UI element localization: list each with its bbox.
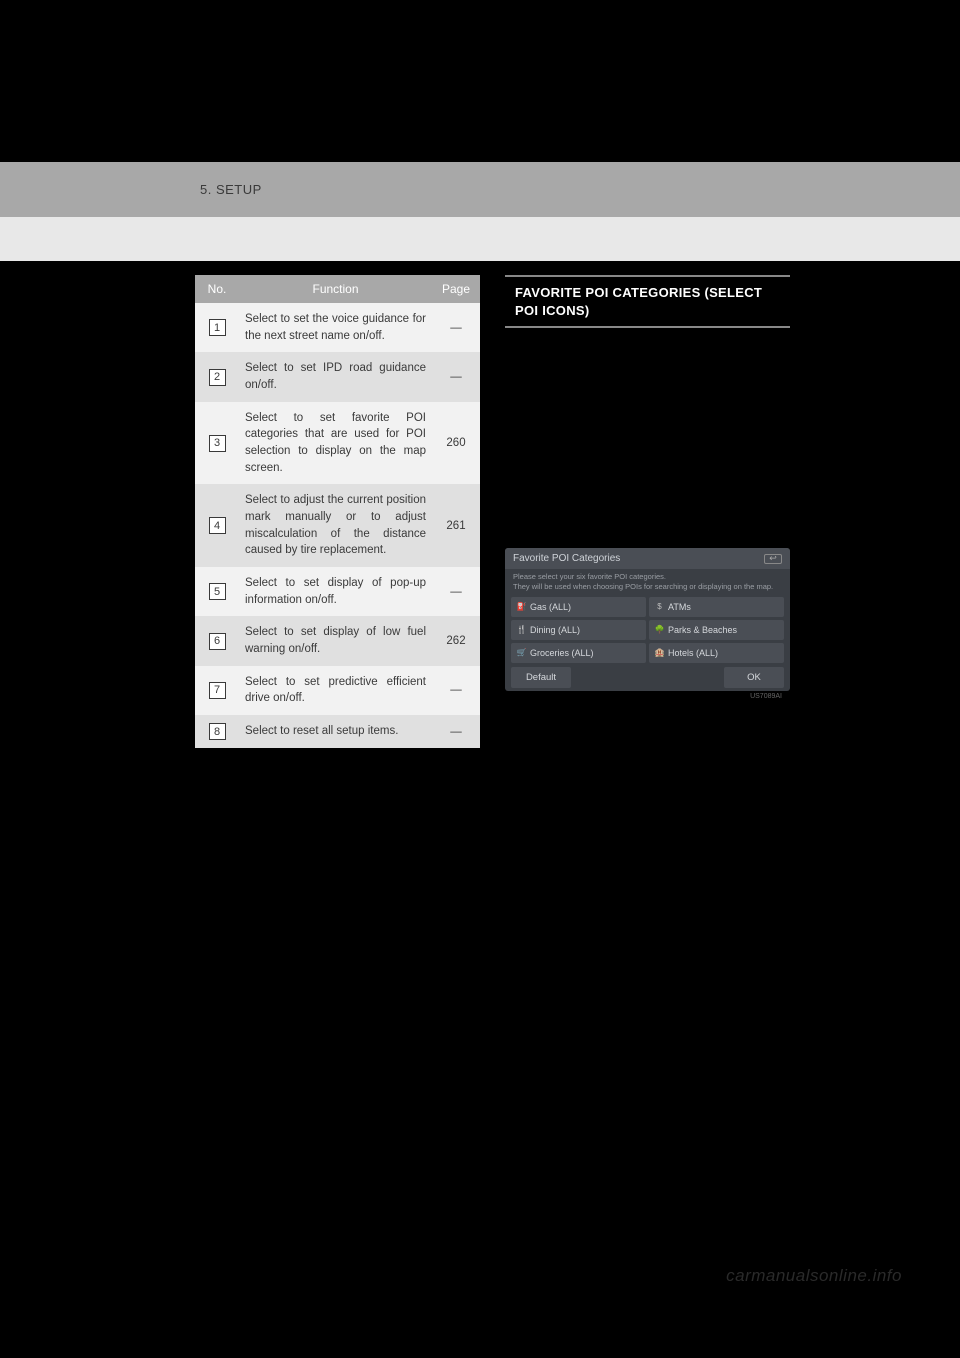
groceries-icon: 🛒 (517, 648, 526, 657)
th-function: Function (239, 282, 432, 296)
ok-button[interactable]: OK (724, 667, 784, 688)
atm-icon: $ (655, 602, 664, 611)
gas-icon: ⛽ (517, 602, 526, 611)
row-pg-cell: 262 (432, 635, 480, 647)
num-box: 1 (209, 319, 226, 336)
num-box: 7 (209, 682, 226, 699)
row-pg-cell: — (432, 726, 480, 738)
table-header: No. Function Page (195, 275, 480, 303)
header-bar: 5. SETUP (0, 162, 960, 217)
row-fn-cell: Select to set display of pop-up informat… (239, 575, 432, 608)
table-row: 7 Select to set predictive efficient dri… (195, 666, 480, 715)
num-box: 8 (209, 723, 226, 740)
poi-category-button[interactable]: 🍴 Dining (ALL) (511, 620, 646, 640)
watermark: carmanualsonline.info (726, 1266, 902, 1286)
row-num-cell: 3 (195, 435, 239, 452)
page-content: No. Function Page 1 Select to set the vo… (0, 275, 960, 748)
th-no: No. (195, 282, 239, 296)
row-num-cell: 7 (195, 682, 239, 699)
num-box: 2 (209, 369, 226, 386)
row-pg-cell: 261 (432, 520, 480, 532)
num-box: 4 (209, 517, 226, 534)
poi-category-button[interactable]: 🌳 Parks & Beaches (649, 620, 784, 640)
th-page: Page (432, 282, 480, 296)
nav-description: Please select your six favorite POI cate… (505, 569, 790, 597)
poi-label: Parks & Beaches (668, 625, 737, 635)
right-column: FAVORITE POI CATEGORIES (SELECT POI ICON… (505, 275, 790, 748)
row-num-cell: 5 (195, 583, 239, 600)
poi-label: Gas (ALL) (530, 602, 571, 612)
num-box: 5 (209, 583, 226, 600)
nav-category-grid: ⛽ Gas (ALL) $ ATMs 🍴 Dining (ALL) 🌳 Park… (505, 597, 790, 663)
poi-category-button[interactable]: 🏨 Hotels (ALL) (649, 643, 784, 663)
dining-icon: 🍴 (517, 625, 526, 634)
parks-icon: 🌳 (655, 625, 664, 634)
row-num-cell: 4 (195, 517, 239, 534)
table-row: 2 Select to set IPD road guidance on/off… (195, 352, 480, 401)
row-num-cell: 1 (195, 319, 239, 336)
row-fn-cell: Select to set predictive efficient drive… (239, 674, 432, 707)
hotels-icon: 🏨 (655, 648, 664, 657)
row-pg-cell: — (432, 586, 480, 598)
poi-label: Dining (ALL) (530, 625, 580, 635)
table-row: 6 Select to set display of low fuel warn… (195, 616, 480, 665)
row-fn-cell: Select to reset all setup items. (239, 723, 432, 740)
table-row: 3 Select to set favorite POI categories … (195, 402, 480, 485)
image-code: US7089AI (505, 691, 790, 700)
num-box: 6 (209, 633, 226, 650)
header-section: 5. SETUP (200, 182, 262, 197)
poi-category-button[interactable]: ⛽ Gas (ALL) (511, 597, 646, 617)
table-row: 1 Select to set the voice guidance for t… (195, 303, 480, 352)
row-fn-cell: Select to set favorite POI categories th… (239, 410, 432, 477)
nav-title-row: Favorite POI Categories ↩ (505, 548, 790, 569)
row-fn-cell: Select to set IPD road guidance on/off. (239, 360, 432, 393)
nav-title: Favorite POI Categories (513, 553, 620, 564)
poi-category-button[interactable]: $ ATMs (649, 597, 784, 617)
row-pg-cell: 260 (432, 437, 480, 449)
poi-label: Hotels (ALL) (668, 648, 718, 658)
nav-desc-line: They will be used when choosing POIs for… (513, 582, 782, 592)
default-button[interactable]: Default (511, 667, 571, 688)
poi-label: Groceries (ALL) (530, 648, 594, 658)
row-fn-cell: Select to set the voice guidance for the… (239, 311, 432, 344)
table-row: 4 Select to adjust the current position … (195, 484, 480, 567)
function-table: No. Function Page 1 Select to set the vo… (195, 275, 480, 748)
row-num-cell: 8 (195, 723, 239, 740)
poi-label: ATMs (668, 602, 691, 612)
left-column: No. Function Page 1 Select to set the vo… (195, 275, 480, 748)
sub-header-bar (0, 217, 960, 261)
nav-screenshot: Favorite POI Categories ↩ Please select … (505, 548, 790, 691)
row-pg-cell: — (432, 322, 480, 334)
row-num-cell: 2 (195, 369, 239, 386)
section-heading: FAVORITE POI CATEGORIES (SELECT POI ICON… (505, 275, 790, 328)
row-num-cell: 6 (195, 633, 239, 650)
table-row: 5 Select to set display of pop-up inform… (195, 567, 480, 616)
back-icon[interactable]: ↩ (764, 554, 782, 564)
row-pg-cell: — (432, 684, 480, 696)
nav-footer: Default OK (505, 663, 790, 688)
nav-desc-line: Please select your six favorite POI cate… (513, 572, 782, 582)
row-pg-cell: — (432, 371, 480, 383)
table-row: 8 Select to reset all setup items. — (195, 715, 480, 748)
num-box: 3 (209, 435, 226, 452)
row-fn-cell: Select to adjust the current position ma… (239, 492, 432, 559)
row-fn-cell: Select to set display of low fuel warnin… (239, 624, 432, 657)
poi-category-button[interactable]: 🛒 Groceries (ALL) (511, 643, 646, 663)
